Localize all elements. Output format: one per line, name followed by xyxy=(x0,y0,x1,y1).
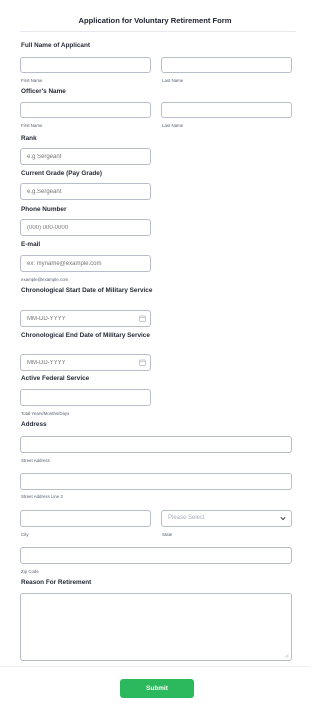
full-name-first-input[interactable] xyxy=(20,57,151,73)
email-input[interactable] xyxy=(20,255,151,272)
full-name-first-sublabel: First Name xyxy=(21,78,43,83)
officer-first-sublabel: First Name xyxy=(21,123,43,128)
state-select-placeholder: Please Select xyxy=(168,515,205,521)
grade-label: Current Grade (Pay Grade) xyxy=(21,170,102,177)
submit-button[interactable]: Submit xyxy=(120,679,194,698)
state-select[interactable]: Please Select xyxy=(161,510,292,527)
start-date-input[interactable] xyxy=(20,310,151,327)
officer-last-sublabel: Last Name xyxy=(162,123,184,128)
zip-code-sublabel: Zip Code xyxy=(21,569,39,574)
full-name-last-input[interactable] xyxy=(161,57,292,73)
city-sublabel: City xyxy=(21,532,29,537)
calendar-icon[interactable] xyxy=(139,359,146,366)
end-date-label: Chronological End Date of Military Servi… xyxy=(21,332,150,339)
rank-input[interactable] xyxy=(20,148,151,165)
federal-service-label: Active Federal Service xyxy=(21,375,90,382)
state-sublabel: State xyxy=(162,532,173,537)
full-name-label: Full Name of Applicant xyxy=(21,42,90,49)
city-input[interactable] xyxy=(20,510,151,527)
email-sublabel: example@example.com xyxy=(21,277,69,282)
chevron-down-icon xyxy=(280,516,286,521)
address-label: Address xyxy=(21,421,47,428)
resize-handle-icon[interactable] xyxy=(284,653,289,658)
grade-input[interactable] xyxy=(20,183,151,200)
phone-label: Phone Number xyxy=(21,206,67,213)
zip-code-input[interactable] xyxy=(20,547,292,564)
street-address-input[interactable] xyxy=(20,436,292,453)
title-divider xyxy=(20,31,296,32)
email-label: E-mail xyxy=(21,241,41,248)
federal-service-input[interactable] xyxy=(20,389,151,406)
calendar-icon[interactable] xyxy=(139,315,146,322)
federal-service-sublabel: Total Years/Months/Days xyxy=(21,411,70,416)
footer-divider xyxy=(0,666,310,667)
rank-label: Rank xyxy=(21,135,37,142)
full-name-last-sublabel: Last Name xyxy=(162,78,184,83)
form-title: Application for Voluntary Retirement For… xyxy=(78,16,232,25)
street-address-2-input[interactable] xyxy=(20,473,292,490)
phone-input[interactable] xyxy=(20,219,151,236)
street-address-sublabel: Street Address xyxy=(21,458,50,463)
start-date-label: Chronological Start Date of Military Ser… xyxy=(21,287,153,294)
officer-first-input[interactable] xyxy=(20,102,151,118)
officer-name-label: Officer's Name xyxy=(21,88,66,95)
street-address-2-sublabel: Street Address Line 2 xyxy=(21,494,63,499)
officer-last-input[interactable] xyxy=(161,102,292,118)
reason-textarea[interactable] xyxy=(20,593,292,661)
reason-label: Reason For Retirement xyxy=(21,579,92,586)
end-date-input[interactable] xyxy=(20,354,151,371)
